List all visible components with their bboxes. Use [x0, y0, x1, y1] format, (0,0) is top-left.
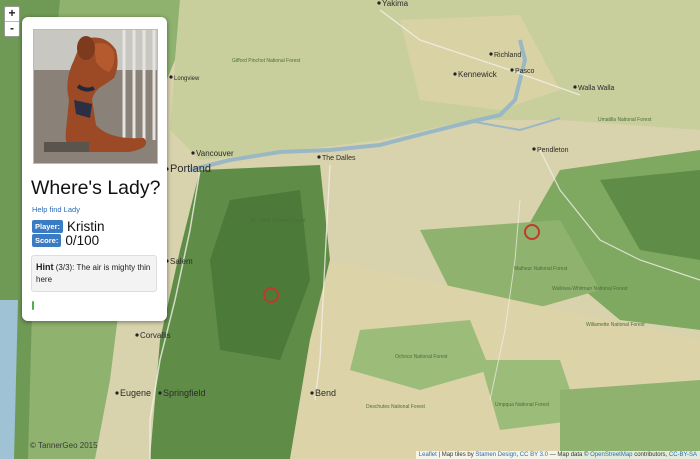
city-label: Pasco	[515, 68, 535, 75]
game-title: Where's Lady?	[31, 177, 161, 199]
progress-bar	[32, 301, 34, 310]
zoom-out-button[interactable]: -	[5, 21, 19, 36]
zoom-control: + -	[4, 6, 20, 37]
forest-label: Ochoco National Forest	[395, 354, 448, 360]
forest-label: Umatilla National Forest	[598, 117, 652, 123]
copyright-text: © TannerGeo 2015	[30, 441, 98, 450]
osm-link[interactable]: OpenStreetMap	[590, 452, 632, 458]
city-label: Salem	[170, 257, 193, 266]
score-label: Score:	[32, 233, 62, 247]
game-panel: Where's Lady? Help find Lady Player: Kri…	[22, 17, 167, 321]
city-label: Portland	[170, 163, 211, 175]
city-label: Kennewick	[458, 70, 498, 79]
forest-label: Gifford Pinchot National Forest	[232, 58, 301, 64]
city-dot	[489, 52, 493, 56]
city-dot	[453, 72, 457, 76]
map-attribution: Leaflet | Map tiles by Stamen Design, CC…	[415, 451, 700, 459]
attribution-text: | Map tiles by	[438, 452, 474, 458]
attribution-comma: ,	[516, 452, 519, 458]
city-label: Bend	[315, 388, 336, 398]
city-dot	[573, 85, 577, 89]
forest-label: Deschutes National Forest	[366, 404, 426, 410]
city-label: Richland	[494, 52, 521, 59]
city-label: Vancouver	[196, 149, 234, 158]
stamen-link[interactable]: Stamen Design	[475, 452, 516, 458]
city-dot	[532, 147, 536, 151]
hint-box: Hint (3/3): The air is mighty thin here	[31, 255, 157, 292]
forest-label: Malheur National Forest	[514, 266, 568, 272]
city-dot	[135, 333, 139, 337]
attribution-text: — Map data ©	[549, 452, 589, 458]
hint-text: The air is mighty thin here	[36, 263, 151, 284]
player-row: Player: Kristin	[32, 218, 105, 234]
forest-label: Umpqua National Forest	[495, 402, 550, 408]
hint-prefix: Hint	[36, 262, 54, 272]
city-label: Springfield	[163, 388, 206, 398]
city-label: Corvallis	[140, 331, 171, 340]
city-label: Longview	[174, 76, 200, 82]
hint-count: (3/3):	[55, 263, 75, 272]
cc-by-link[interactable]: CC BY 3.0	[520, 452, 548, 458]
zoom-in-button[interactable]: +	[5, 7, 19, 21]
player-label: Player:	[32, 219, 64, 233]
dog-photo	[33, 29, 158, 164]
forest-label: Willamette National Forest	[586, 322, 645, 328]
score-value: 0/100	[65, 232, 100, 248]
city-dot	[158, 391, 162, 395]
score-row: Score: 0/100	[32, 232, 100, 248]
city-dot	[317, 155, 321, 159]
city-dot	[510, 68, 514, 72]
city-dot	[377, 1, 381, 5]
cc-by-sa-link[interactable]: CC-BY-SA	[669, 452, 697, 458]
city-dot	[191, 151, 195, 155]
city-label: Pendleton	[537, 147, 569, 154]
forest-label: Wallowa-Whitman National Forest	[552, 286, 628, 292]
city-dot	[115, 391, 119, 395]
city-dot	[310, 391, 314, 395]
player-name: Kristin	[67, 218, 105, 234]
forest-label: Mt. Hood National Forest	[250, 218, 306, 224]
city-label: Eugene	[120, 388, 151, 398]
leaflet-link[interactable]: Leaflet	[419, 452, 437, 458]
city-label: The Dalles	[322, 155, 356, 162]
city-label: Yakima	[382, 0, 409, 8]
attribution-text: contributors,	[634, 452, 668, 458]
help-link[interactable]: Help find Lady	[32, 205, 80, 214]
city-label: Walla Walla	[578, 85, 615, 92]
city-dot	[169, 75, 173, 79]
